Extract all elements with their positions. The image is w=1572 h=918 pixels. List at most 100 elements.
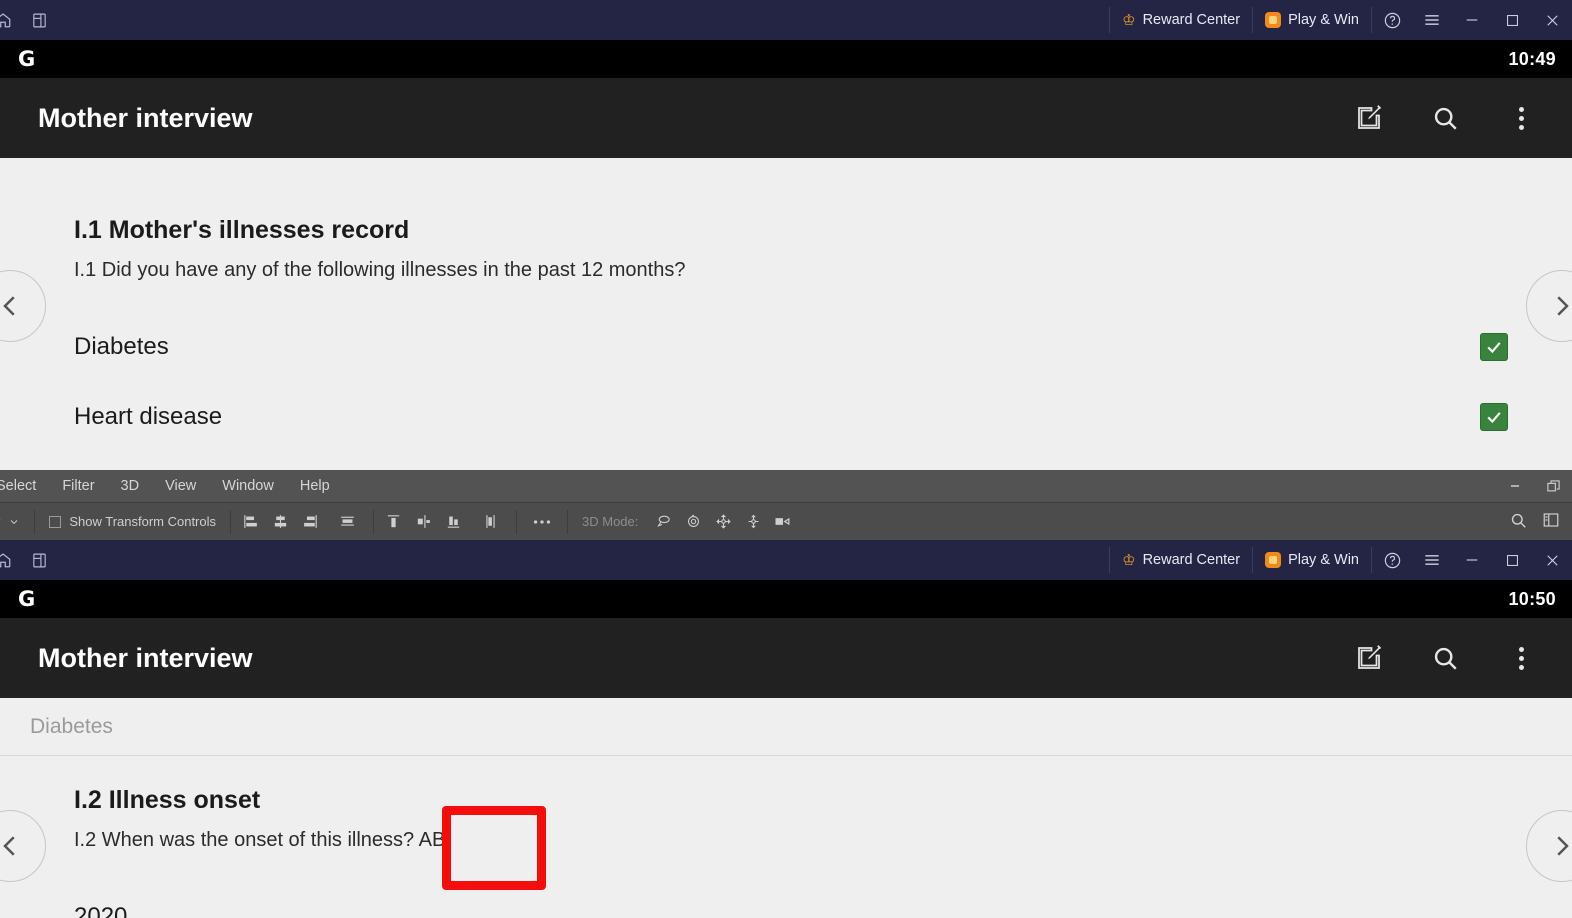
section-header-top: I.1 Mother's illnesses record I.1 Did yo…	[0, 158, 1572, 282]
checkbox-checked[interactable]	[1480, 403, 1508, 431]
distribute-top-edges-icon[interactable]	[378, 510, 408, 534]
option-label: Heart disease	[74, 403, 223, 430]
emulator-left-icons	[0, 5, 54, 35]
emulator-toolbar-top: ♔ Reward Center Play & Win	[0, 0, 1572, 40]
reward-center-button[interactable]: ♔ Reward Center	[1110, 0, 1252, 40]
multi-window-icon[interactable]	[24, 5, 54, 35]
option-label: Diabetes	[74, 333, 169, 360]
compose-edit-icon[interactable]	[1352, 641, 1386, 675]
reward-center-button[interactable]: ♔ Reward Center	[1110, 540, 1252, 580]
photoshop-options-bar: r Show Transform Controls	[0, 502, 1572, 540]
play-and-win-button[interactable]: Play & Win	[1253, 540, 1371, 580]
emulator-right-controls: ♔ Reward Center Play & Win	[1109, 540, 1572, 580]
section-question: I.1 Did you have any of the following il…	[74, 259, 686, 281]
emulator-right-controls: ♔ Reward Center Play & Win	[1109, 0, 1572, 40]
align-left-edges-icon[interactable]	[235, 510, 265, 534]
play-badge-icon	[1265, 12, 1282, 28]
photoshop-options-strip: Select Filter 3D View Window Help r	[0, 470, 1572, 540]
section-title: I.2 Illness onset	[74, 786, 261, 814]
survey-body-bottom: Diabetes I.2 Illness onset I.2 When was …	[0, 698, 1572, 918]
divider	[230, 509, 232, 534]
checkbox-checked[interactable]	[1480, 333, 1508, 361]
app-header-bottom: Mother interview	[0, 618, 1572, 698]
menu-filter[interactable]: Filter	[60, 478, 96, 494]
align-right-edges-icon[interactable]	[295, 510, 325, 534]
android-status-bar-top: G 10:49	[0, 40, 1572, 78]
play-and-win-button[interactable]: Play & Win	[1253, 0, 1371, 40]
emulator-left-icons	[0, 545, 54, 575]
play-badge-icon	[1265, 552, 1282, 568]
photoshop-window-controls	[1496, 473, 1572, 499]
maximize-icon[interactable]	[1492, 540, 1532, 580]
menu-view[interactable]: View	[163, 478, 198, 494]
workspace-panel-icon[interactable]	[1542, 511, 1560, 532]
minimize-icon[interactable]	[1452, 540, 1492, 580]
option-row-heart-disease[interactable]: Heart disease	[0, 394, 1572, 440]
section-header-bottom: I.2 Illness onset I.2 When was the onset…	[0, 756, 1572, 852]
minimize-icon[interactable]	[1496, 473, 1534, 499]
emulator-toolbar-bottom: ♔ Reward Center Play & Win	[0, 540, 1572, 580]
multi-window-icon[interactable]	[24, 545, 54, 575]
divider	[516, 509, 518, 534]
home-icon[interactable]	[0, 545, 18, 575]
reward-center-label: Reward Center	[1142, 12, 1241, 28]
roll-3d-icon[interactable]	[678, 510, 708, 534]
restore-window-icon[interactable]	[1534, 473, 1572, 499]
survey-body-top: I.1 Mother's illnesses record I.1 Did yo…	[0, 158, 1572, 470]
search-icon[interactable]	[1509, 511, 1528, 533]
crown-icon: ♔	[1122, 551, 1136, 569]
photoshop-right-tools	[1509, 511, 1572, 533]
minimize-icon[interactable]	[1452, 0, 1492, 40]
pan-3d-icon[interactable]	[708, 510, 738, 534]
distribute-left-edges-icon[interactable]	[468, 510, 512, 534]
compose-edit-icon[interactable]	[1352, 101, 1386, 135]
breadcrumb: Diabetes	[0, 698, 1572, 756]
align-horizontal-centers-icon[interactable]	[265, 510, 295, 534]
chevron-down-icon	[11, 519, 18, 524]
search-icon[interactable]	[1428, 101, 1462, 135]
play-and-win-label: Play & Win	[1288, 12, 1359, 28]
more-vertical-icon[interactable]	[1504, 641, 1538, 675]
ellipsis-icon[interactable]	[521, 503, 563, 540]
google-logo-icon: G	[18, 47, 35, 71]
android-status-bar-bottom: G 10:50	[0, 580, 1572, 618]
section-question: I.2 When was the onset of this illness? …	[74, 829, 446, 851]
more-vertical-icon[interactable]	[1504, 101, 1538, 135]
hamburger-menu-icon[interactable]	[1412, 0, 1452, 40]
answer-value-clipped: 2020	[0, 902, 1572, 918]
show-transform-controls-toggle[interactable]: Show Transform Controls	[39, 503, 226, 540]
distribute-vertical-centers-icon[interactable]	[408, 510, 438, 534]
slide-3d-icon[interactable]	[738, 510, 768, 534]
camera-3d-icon[interactable]	[768, 510, 798, 534]
checkbox-unchecked[interactable]	[49, 515, 62, 528]
orbit-3d-icon[interactable]	[648, 510, 678, 534]
crown-icon: ♔	[1122, 11, 1136, 29]
screenshot-root: ♔ Reward Center Play & Win G 10:49 Mothe…	[0, 0, 1572, 918]
status-clock: 10:50	[1508, 588, 1556, 609]
search-icon[interactable]	[1428, 641, 1462, 675]
maximize-icon[interactable]	[1492, 0, 1532, 40]
menu-3d[interactable]: 3D	[119, 478, 142, 494]
option-row-diabetes[interactable]: Diabetes	[0, 324, 1572, 370]
help-circle-icon[interactable]	[1372, 0, 1412, 40]
answer-value: 2020	[74, 903, 128, 918]
reward-center-label: Reward Center	[1142, 552, 1241, 568]
close-icon[interactable]	[1532, 0, 1572, 40]
play-and-win-label: Play & Win	[1288, 552, 1359, 568]
status-clock: 10:49	[1508, 48, 1556, 69]
menu-help[interactable]: Help	[298, 478, 332, 494]
menu-window[interactable]: Window	[220, 478, 276, 494]
photoshop-menu-bar: Select Filter 3D View Window Help	[0, 470, 1572, 502]
menu-select[interactable]: Select	[0, 478, 38, 494]
distribute-bottom-edges-icon[interactable]	[438, 510, 468, 534]
mode-3d-label: 3D Mode:	[582, 514, 639, 529]
close-icon[interactable]	[1532, 540, 1572, 580]
page-title: Mother interview	[38, 642, 253, 673]
tool-preset-dropdown[interactable]: r	[0, 503, 30, 540]
show-transform-controls-label: Show Transform Controls	[69, 514, 217, 529]
hamburger-menu-icon[interactable]	[1412, 540, 1452, 580]
align-top-edges-icon[interactable]	[325, 510, 369, 534]
home-icon[interactable]	[0, 5, 18, 35]
section-title: I.1 Mother's illnesses record	[74, 216, 410, 244]
help-circle-icon[interactable]	[1372, 540, 1412, 580]
